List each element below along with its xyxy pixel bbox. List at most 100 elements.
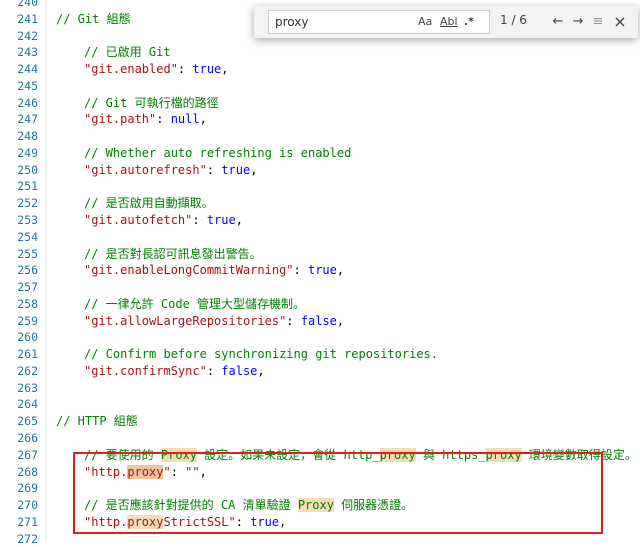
previous-match-arrow-icon[interactable]: ← <box>550 13 566 31</box>
line-number: 258 <box>17 296 38 311</box>
line-number: 257 <box>17 280 38 295</box>
line-number: 255 <box>17 246 38 261</box>
code-line[interactable]: 266 <box>0 430 640 447</box>
find-in-selection-icon[interactable]: ≡ <box>590 13 606 31</box>
code-token: : <box>286 313 301 328</box>
whole-word-toggle[interactable]: Abl <box>440 14 458 30</box>
code-line[interactable]: 263 <box>0 380 640 397</box>
code-line[interactable]: 246 // Git 可執行檔的路徑 <box>0 95 640 112</box>
line-number: 244 <box>17 62 38 77</box>
code-token: // 是否對長認可訊息發出警告。 <box>84 246 262 261</box>
line-number: 270 <box>17 498 38 513</box>
code-line[interactable]: 261 // Confirm before synchronizing git r… <box>0 346 640 363</box>
code-line[interactable]: 252 // 是否啟用自動擷取。 <box>0 195 640 212</box>
close-icon[interactable]: × <box>612 13 628 31</box>
line-number: 263 <box>17 380 38 395</box>
match-case-toggle[interactable]: Aa <box>418 14 432 30</box>
code-line[interactable]: 260 <box>0 329 640 346</box>
code-text: "git.enabled": true, <box>84 61 229 78</box>
code-line[interactable]: 244 "git.enabled": true, <box>0 61 640 78</box>
code-token: , <box>336 263 345 278</box>
code-text: // Git 可執行檔的路徑 <box>84 95 219 112</box>
code-token: "git.enabled" <box>84 62 178 77</box>
regex-toggle[interactable]: .* <box>464 14 474 30</box>
code-line[interactable]: 258 // 一律允許 Code 管理大型儲存機制。 <box>0 296 640 313</box>
code-token: : <box>206 363 222 378</box>
code-line[interactable]: 255 // 是否對長認可訊息發出警告。 <box>0 246 640 263</box>
code-editor[interactable]: 240 241 // Git 組態 242 243 // 已啟用 Git 244 "git.e… <box>0 0 640 546</box>
code-token: , <box>257 363 265 378</box>
code-token: true <box>307 263 337 278</box>
code-line[interactable]: 243 // 已啟用 Git <box>0 44 640 61</box>
line-number: 248 <box>17 129 38 144</box>
line-number: 271 <box>17 514 38 529</box>
line-number: 256 <box>17 263 38 278</box>
line-number: 272 <box>17 531 38 546</box>
line-number: 252 <box>17 196 38 211</box>
code-text: // Whether auto refreshing is enabled <box>84 145 351 162</box>
code-text: // Confirm before synchronizing git repo… <box>84 346 438 363</box>
code-text: "git.path": null, <box>84 111 207 128</box>
line-number: 251 <box>17 179 38 194</box>
line-number: 240 <box>17 0 38 9</box>
code-line[interactable]: 247 "git.path": null, <box>0 111 640 128</box>
code-token: true <box>221 162 251 177</box>
line-number: 247 <box>17 112 38 127</box>
code-line[interactable]: 257 <box>0 279 640 296</box>
line-number: 245 <box>17 78 38 93</box>
code-line[interactable]: 259 "git.allowLargeRepositories": false, <box>0 313 640 330</box>
code-token: "git.path" <box>84 112 157 127</box>
code-line[interactable]: 250 "git.autorefresh": true, <box>0 162 640 179</box>
line-number: 254 <box>17 229 38 244</box>
line-number: 262 <box>17 363 38 378</box>
line-number: 259 <box>17 313 38 328</box>
code-text: "git.autofetch": true, <box>84 212 243 229</box>
code-line[interactable]: 251 <box>0 178 640 195</box>
line-number: 269 <box>17 481 38 496</box>
code-token: false <box>300 313 337 328</box>
code-token: false <box>221 363 258 378</box>
code-token: true <box>192 62 222 77</box>
code-token: "git.allowLargeRepositories" <box>84 313 287 328</box>
code-line[interactable]: 253 "git.autofetch": true, <box>0 212 640 229</box>
code-text: // 是否對長認可訊息發出警告。 <box>84 246 262 263</box>
line-number: 249 <box>17 145 38 160</box>
code-line[interactable]: 256 "git.enableLongCommitWarning": true, <box>0 262 640 279</box>
code-token: "git.autofetch" <box>84 213 193 227</box>
code-line[interactable]: 262 "git.confirmSync": false, <box>0 363 640 380</box>
line-number: 264 <box>17 397 38 412</box>
next-match-arrow-icon[interactable]: → <box>570 13 586 31</box>
code-text: "git.autorefresh": true, <box>84 162 257 179</box>
code-text: // Git 組態 <box>56 11 131 28</box>
code-token: : <box>206 162 222 177</box>
code-token: , <box>250 162 258 177</box>
line-number: 266 <box>17 431 38 446</box>
code-token: true <box>206 213 236 227</box>
line-number: 242 <box>17 28 38 43</box>
code-line[interactable]: 265 // HTTP 組態 <box>0 413 640 430</box>
code-line[interactable]: 248 <box>0 128 640 145</box>
code-line[interactable]: 249 // Whether auto refreshing is enabled <box>0 145 640 162</box>
code-line[interactable]: 245 <box>0 78 640 95</box>
line-number: 260 <box>17 330 38 345</box>
line-number: 241 <box>17 11 38 26</box>
find-widget: proxy Aa Abl .* 1 / 6 ← → ≡ × <box>254 6 638 38</box>
code-token: // 一律允許 Code 管理大型儲存機制。 <box>84 296 306 311</box>
code-token: , <box>235 213 243 227</box>
code-text: // 一律允許 Code 管理大型儲存機制。 <box>84 296 305 313</box>
code-line[interactable]: 264 <box>0 396 640 413</box>
code-token: : <box>192 213 207 227</box>
code-token: // Git 可執行檔的路徑 <box>84 95 219 110</box>
code-text: // 已啟用 Git <box>84 44 171 61</box>
line-number: 243 <box>17 45 38 60</box>
line-number: 268 <box>17 464 38 479</box>
line-number: 246 <box>17 95 38 110</box>
code-token: // Whether auto refreshing is enabled <box>84 145 352 160</box>
code-token: // Git 組態 <box>56 11 131 26</box>
code-token: : <box>156 112 171 127</box>
code-line[interactable]: 254 <box>0 229 640 246</box>
code-token: // HTTP 組態 <box>56 414 138 429</box>
code-token: "git.enableLongCommitWarning" <box>84 263 294 278</box>
code-token: , <box>221 62 229 77</box>
line-number: 267 <box>17 447 38 462</box>
